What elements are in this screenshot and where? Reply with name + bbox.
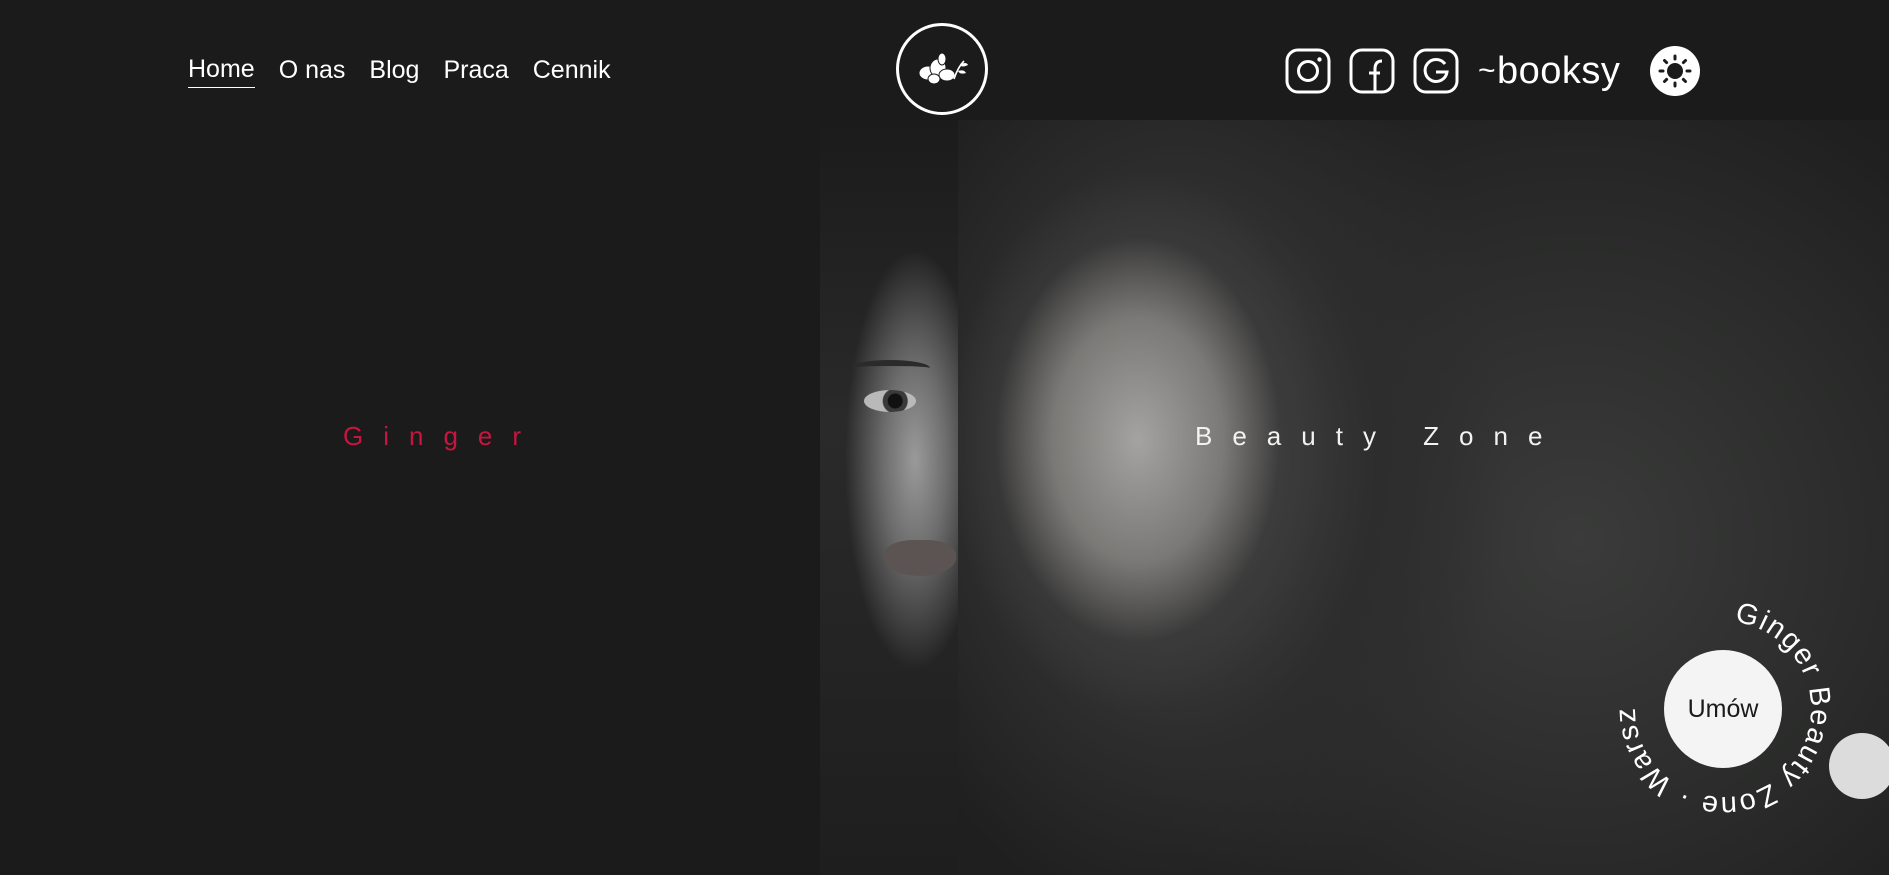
theme-toggle-button[interactable]	[1650, 46, 1700, 96]
book-appointment-button[interactable]: Umów	[1664, 650, 1782, 768]
ginger-root-logo-icon	[918, 52, 968, 85]
facebook-link[interactable]	[1348, 47, 1396, 95]
social-links: ~ booksy	[1284, 47, 1620, 95]
instagram-link[interactable]	[1284, 47, 1332, 95]
nav-item-home[interactable]: Home	[188, 52, 255, 88]
nav-item-o-nas[interactable]: O nas	[279, 52, 346, 88]
hero-word-ginger: Ginger	[343, 421, 542, 451]
facebook-icon	[1349, 48, 1395, 94]
booksy-link[interactable]: ~ booksy	[1478, 51, 1620, 91]
instagram-icon	[1285, 48, 1331, 94]
sun-icon	[1658, 54, 1692, 88]
hero-word-beauty-zone: Beauty Zone	[1195, 421, 1563, 451]
hero-lips	[884, 540, 956, 576]
nav-item-praca[interactable]: Praca	[443, 52, 508, 88]
page: Home O nas Blog Praca Cennik ~ booksy Gi…	[0, 0, 1889, 875]
google-icon	[1413, 48, 1459, 94]
site-logo[interactable]	[896, 23, 988, 115]
scroll-indicator[interactable]	[1829, 733, 1889, 799]
main-nav: Home O nas Blog Praca Cennik	[188, 52, 611, 88]
booksy-tilde-icon: ~	[1478, 54, 1497, 87]
nav-item-blog[interactable]: Blog	[369, 52, 419, 88]
hero-brow	[850, 360, 930, 376]
booking-cta: Ginger Beauty Zone · Warszawa . Umów	[1613, 599, 1833, 819]
google-link[interactable]	[1412, 47, 1460, 95]
booksy-label: booksy	[1497, 50, 1621, 92]
hero-eye	[864, 390, 916, 412]
nav-item-cennik[interactable]: Cennik	[533, 52, 611, 88]
hero-photo-sharp-half	[820, 120, 958, 875]
